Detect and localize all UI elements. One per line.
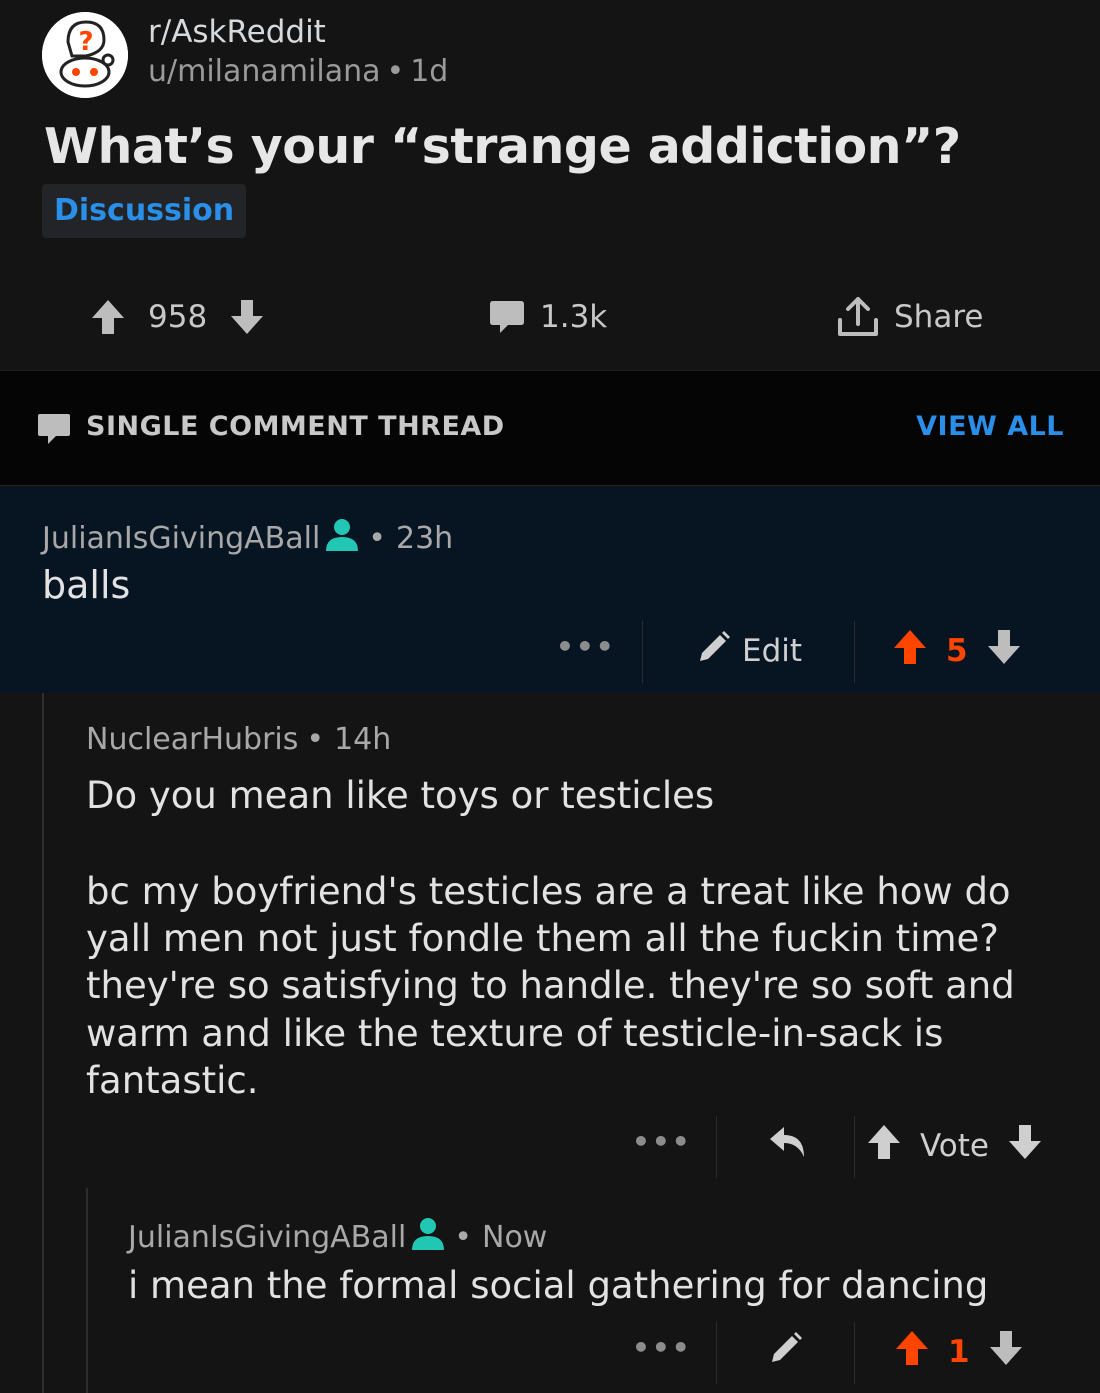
comment-age: 14h bbox=[334, 722, 392, 757]
separator-dot: • bbox=[306, 722, 325, 757]
comment-age: Now bbox=[482, 1219, 548, 1255]
divider bbox=[716, 1322, 717, 1384]
comment-action-bar: ••• Edit 5 bbox=[0, 619, 1100, 683]
subreddit-avatar[interactable]: ? bbox=[42, 12, 128, 98]
comment-score: 1 bbox=[948, 1334, 970, 1370]
downvote-icon[interactable] bbox=[1007, 1123, 1043, 1169]
comment-icon bbox=[488, 299, 526, 335]
separator-dot: • bbox=[386, 54, 405, 89]
comment-author[interactable]: NuclearHubris bbox=[86, 722, 298, 757]
upvote-icon[interactable] bbox=[866, 1123, 902, 1169]
share-icon bbox=[836, 296, 880, 338]
user-icon bbox=[410, 1216, 446, 1258]
reply-button[interactable] bbox=[768, 1114, 808, 1178]
comment-line: fantastic. bbox=[86, 1059, 259, 1102]
more-options-button[interactable]: ••• bbox=[632, 1114, 692, 1178]
svg-text:?: ? bbox=[78, 27, 93, 57]
share-label: Share bbox=[894, 299, 984, 335]
divider bbox=[716, 1116, 717, 1178]
comment-vote-group: 5 bbox=[892, 619, 1022, 683]
more-options-button[interactable]: ••• bbox=[556, 619, 616, 683]
post-flair[interactable]: Discussion bbox=[42, 184, 247, 238]
comment-vote-group: 1 bbox=[894, 1320, 1024, 1384]
subreddit-name[interactable]: r/AskReddit bbox=[148, 14, 326, 50]
thread-label: SINGLE COMMENT THREAD bbox=[86, 411, 505, 442]
comment-icon bbox=[36, 412, 72, 450]
comment-header: NuclearHubris • 14h bbox=[86, 722, 391, 757]
post-actions: 958 1.3k Share bbox=[0, 290, 1100, 344]
comment-header: JulianIsGivingABall • 23h bbox=[42, 517, 453, 559]
comment-author[interactable]: JulianIsGivingABall bbox=[128, 1220, 406, 1255]
upvote-icon[interactable] bbox=[892, 628, 928, 674]
comment-body: balls bbox=[42, 563, 131, 607]
post-comment-count: 1.3k bbox=[540, 299, 608, 335]
edit-label: Edit bbox=[742, 633, 803, 669]
post-header: ? r/AskReddit u/milanamilana • 1d What’s y… bbox=[0, 0, 1100, 370]
divider bbox=[854, 621, 855, 683]
downvote-icon[interactable] bbox=[986, 628, 1022, 674]
comment-line: bc my boyfriend's testicles are a treat … bbox=[86, 870, 1011, 913]
user-icon bbox=[324, 517, 360, 559]
comment-line: Do you mean like toys or testicles bbox=[86, 774, 715, 817]
divider bbox=[642, 621, 643, 683]
downvote-icon[interactable] bbox=[988, 1329, 1024, 1375]
pencil-icon bbox=[696, 629, 732, 673]
post-author[interactable]: u/milanamilana bbox=[148, 54, 380, 89]
comment-age: 23h bbox=[396, 520, 454, 556]
comment-score: 5 bbox=[946, 633, 968, 669]
thread-line bbox=[42, 693, 44, 1393]
pencil-icon bbox=[768, 1330, 804, 1374]
edit-button[interactable] bbox=[768, 1320, 804, 1384]
askreddit-logo-icon: ? bbox=[42, 12, 128, 98]
post-score: 958 bbox=[148, 299, 208, 335]
share-button[interactable]: Share bbox=[836, 290, 983, 344]
post-vote-group: 958 bbox=[90, 290, 265, 344]
comment-body: i mean the formal social gathering for d… bbox=[128, 1264, 989, 1307]
post-age: 1d bbox=[410, 54, 449, 89]
highlighted-comment: JulianIsGivingABall • 23h balls ••• Edit… bbox=[0, 487, 1100, 693]
upvote-icon[interactable] bbox=[90, 298, 126, 336]
view-all-link[interactable]: VIEW ALL bbox=[916, 411, 1064, 442]
post-comments-button[interactable]: 1.3k bbox=[488, 290, 607, 344]
reply-icon bbox=[768, 1125, 808, 1167]
comment-author[interactable]: JulianIsGivingABall bbox=[42, 521, 320, 556]
downvote-icon[interactable] bbox=[229, 298, 265, 336]
comment-vote-group: Vote bbox=[866, 1114, 1043, 1178]
single-thread-bar: SINGLE COMMENT THREAD VIEW ALL bbox=[0, 370, 1100, 486]
divider bbox=[854, 1116, 855, 1178]
separator-dot: • bbox=[368, 520, 386, 556]
vote-label: Vote bbox=[920, 1128, 989, 1164]
comment-line: they're so satisfying to handle. they're… bbox=[86, 964, 1015, 1007]
more-options-button[interactable]: ••• bbox=[632, 1320, 692, 1384]
upvote-icon[interactable] bbox=[894, 1329, 930, 1375]
divider bbox=[854, 1322, 855, 1384]
edit-button[interactable]: Edit bbox=[696, 619, 802, 683]
separator-dot: • bbox=[454, 1219, 472, 1255]
comment-line: yall men not just fondle them all the fu… bbox=[86, 917, 999, 960]
comment-action-bar: ••• Vote bbox=[0, 1114, 1100, 1178]
comment-action-bar: ••• 1 bbox=[0, 1320, 1100, 1384]
post-title[interactable]: What’s your “strange addiction”? bbox=[44, 118, 961, 175]
post-meta: u/milanamilana • 1d bbox=[148, 54, 448, 89]
comment-line: warm and like the texture of testicle-in… bbox=[86, 1012, 944, 1055]
comment-header: JulianIsGivingABall • Now bbox=[128, 1216, 547, 1258]
